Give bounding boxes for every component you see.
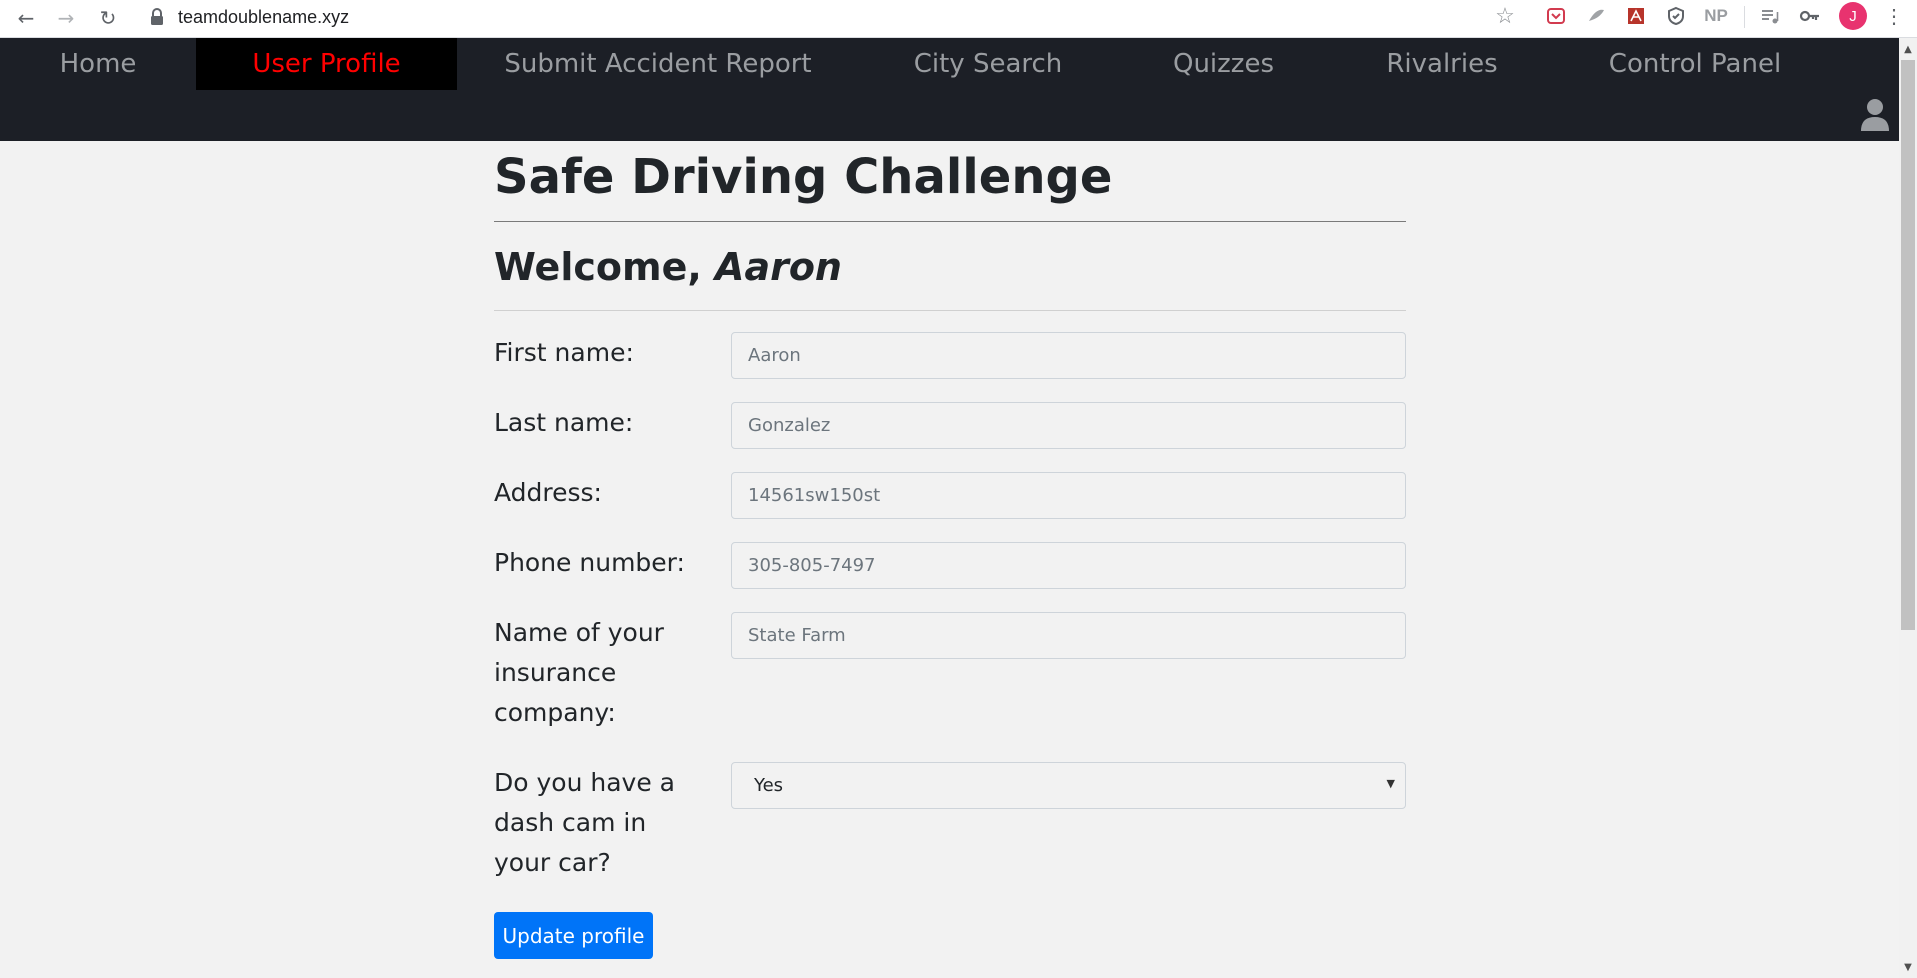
forward-arrow-icon[interactable]: → — [52, 4, 80, 32]
last-name-label: Last name: — [494, 408, 634, 437]
address-field[interactable]: 14561sw150st — [731, 472, 1406, 519]
key-icon[interactable] — [1796, 2, 1824, 30]
page-scrollbar[interactable]: ▲ ▼ — [1899, 38, 1917, 978]
playlist-icon[interactable] — [1756, 2, 1784, 30]
nav-user-profile[interactable]: User Profile — [196, 38, 457, 90]
nav-city-search[interactable]: City Search — [859, 38, 1117, 90]
more-icon[interactable]: ⋮ — [1880, 2, 1908, 30]
first-name-label: First name: — [494, 338, 634, 367]
browser-toolbar: ← → ↻ teamdoublename.xyz ☆ NP J ⋮ — [0, 0, 1917, 38]
nav-home[interactable]: Home — [0, 38, 196, 90]
dash-cam-select[interactable]: Yes ▼ — [731, 762, 1406, 809]
shield-icon[interactable] — [1662, 2, 1690, 30]
dash-cam-label: Do you have a dash cam in your car? — [494, 768, 675, 877]
phone-number-field[interactable]: 305-805-7497 — [731, 542, 1406, 589]
scroll-down-arrow-icon[interactable]: ▼ — [1899, 958, 1917, 976]
insurance-company-label: Name of your insurance company: — [494, 618, 664, 727]
main-navbar: Home User Profile Submit Accident Report… — [0, 38, 1899, 141]
pocket-icon[interactable] — [1542, 2, 1570, 30]
welcome-name: Aaron — [715, 245, 842, 289]
select-caret-icon: ▼ — [1386, 777, 1395, 790]
phone-number-label: Phone number: — [494, 548, 685, 577]
profile-avatar[interactable]: J — [1839, 2, 1867, 30]
scroll-thumb[interactable] — [1901, 60, 1915, 630]
insurance-company-field[interactable]: State Farm — [731, 612, 1406, 659]
nav-control-panel[interactable]: Control Panel — [1554, 38, 1836, 90]
welcome-divider — [494, 310, 1406, 311]
welcome-heading: Welcome, Aaron — [494, 241, 842, 293]
nav-submit-accident-report[interactable]: Submit Accident Report — [457, 38, 859, 90]
nav-rivalries[interactable]: Rivalries — [1330, 38, 1554, 90]
feather-icon[interactable] — [1582, 2, 1610, 30]
page-title: Safe Driving Challenge — [494, 149, 1113, 205]
lock-icon[interactable] — [148, 6, 166, 30]
dash-cam-selected-value: Yes — [754, 775, 784, 796]
toolbar-separator — [1744, 6, 1745, 28]
update-profile-button[interactable]: Update profile — [494, 912, 653, 959]
star-icon[interactable]: ☆ — [1491, 2, 1519, 30]
first-name-field[interactable]: Aaron — [731, 332, 1406, 379]
last-name-field[interactable]: Gonzalez — [731, 402, 1406, 449]
scroll-up-arrow-icon[interactable]: ▲ — [1899, 40, 1917, 58]
user-icon[interactable] — [1860, 98, 1890, 132]
welcome-prefix: Welcome, — [494, 245, 716, 289]
address-bar-url[interactable]: teamdoublename.xyz — [178, 4, 349, 30]
address-label: Address: — [494, 478, 602, 507]
back-arrow-icon[interactable]: ← — [12, 4, 40, 32]
reload-icon[interactable]: ↻ — [94, 4, 122, 32]
title-divider — [494, 221, 1406, 222]
np-icon[interactable]: NP — [1702, 2, 1730, 30]
nav-quizzes[interactable]: Quizzes — [1117, 38, 1330, 90]
pdf-icon[interactable] — [1622, 2, 1650, 30]
